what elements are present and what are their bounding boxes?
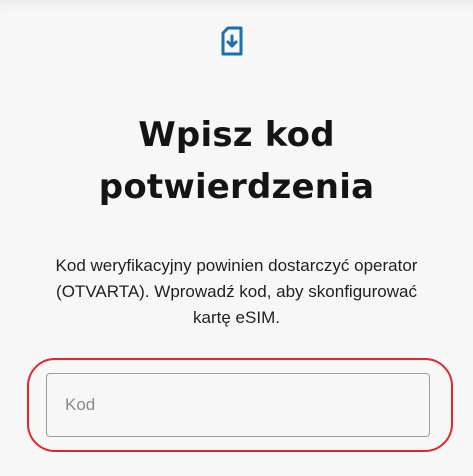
description-text: Kod weryfikacyjny powinien dostarczyć op… [55,256,418,327]
page-title-line-2: potwierdzenia [98,167,375,207]
sim-card-download-icon [220,23,244,59]
page-title: Wpisz kod potwierdzenia [0,109,473,213]
page-title-line-1: Wpisz kod [138,115,335,155]
dialog-card: Wpisz kod potwierdzenia Kod weryfikacyjn… [0,0,473,476]
verification-code-input[interactable] [46,373,430,437]
